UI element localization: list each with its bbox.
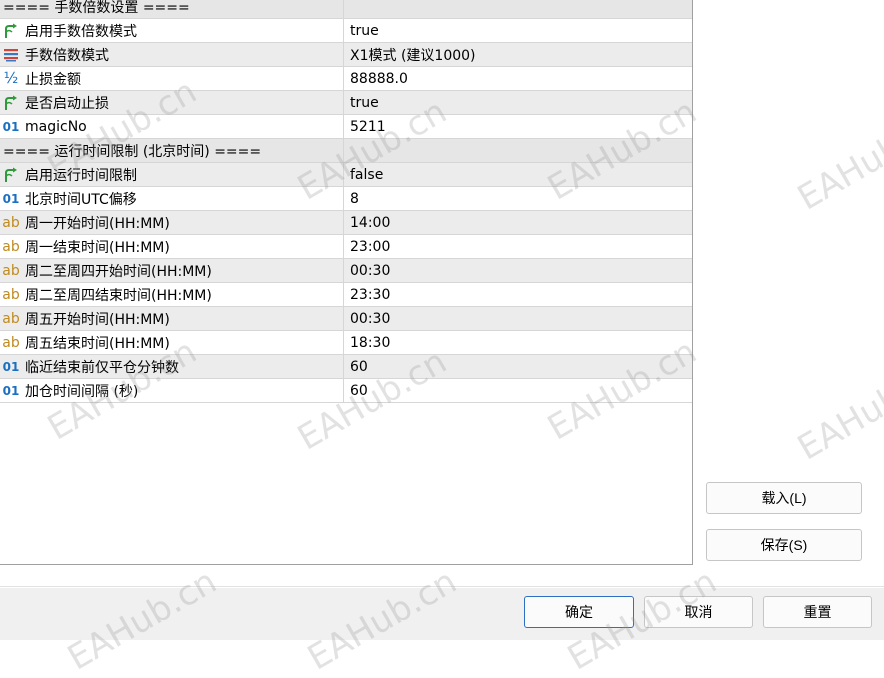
property-name-cell: ab 周五结束时间(HH:MM) (0, 331, 344, 354)
property-name-cell: 01 临近结束前仅平仓分钟数 (0, 355, 344, 378)
property-value[interactable]: false (344, 167, 383, 183)
property-value[interactable]: 60 (344, 383, 368, 399)
save-button[interactable]: 保存(S) (706, 529, 862, 561)
integer-01-icon: 01 (2, 191, 20, 206)
property-name-cell: ab 周一结束时间(HH:MM) (0, 235, 344, 258)
property-value[interactable]: true (344, 95, 379, 111)
string-ab-icon: ab (2, 214, 20, 231)
property-name: 是否启动止损 (25, 95, 109, 112)
property-name: 手数倍数模式 (25, 47, 109, 64)
load-button[interactable]: 载入(L) (706, 482, 862, 514)
property-value[interactable]: 88888.0 (344, 71, 408, 87)
column-divider (343, 0, 344, 18)
bool-arrow-icon (2, 167, 20, 183)
enum-list-icon (2, 48, 20, 62)
property-value[interactable]: 14:00 (344, 215, 390, 231)
watermark-text: EAHub.cn (791, 351, 884, 469)
property-name: 周一结束时间(HH:MM) (25, 239, 170, 256)
property-value[interactable]: 5211 (344, 119, 386, 135)
property-name-cell: 是否启动止损 (0, 91, 344, 114)
bool-arrow-icon (2, 95, 20, 111)
property-name: 启用运行时间限制 (25, 167, 137, 184)
ok-button[interactable]: 确定 (524, 596, 634, 628)
property-name-cell: ½ 止损金额 (0, 67, 344, 90)
property-value[interactable]: 00:30 (344, 311, 390, 327)
property-value[interactable]: 00:30 (344, 263, 390, 279)
property-row[interactable]: 01 北京时间UTC偏移 8 (0, 187, 692, 211)
property-value[interactable]: true (344, 23, 379, 39)
property-name-cell: 01 加仓时间间隔 (秒) (0, 379, 344, 402)
property-name: 周五结束时间(HH:MM) (25, 335, 170, 352)
property-name: 周五开始时间(HH:MM) (25, 311, 170, 328)
property-row[interactable]: ab 周一开始时间(HH:MM) 14:00 (0, 211, 692, 235)
string-ab-icon: ab (2, 334, 20, 351)
cancel-button[interactable]: 取消 (644, 596, 753, 628)
property-name-cell: 01 magicNo (0, 115, 344, 138)
property-name: 周二至周四开始时间(HH:MM) (25, 263, 212, 280)
property-row[interactable]: ab 周五开始时间(HH:MM) 00:30 (0, 307, 692, 331)
string-ab-icon: ab (2, 310, 20, 327)
property-row[interactable]: 01 临近结束前仅平仓分钟数 60 (0, 355, 692, 379)
property-row[interactable]: ab 周一结束时间(HH:MM) 23:00 (0, 235, 692, 259)
property-row[interactable]: ab 周二至周四结束时间(HH:MM) 23:30 (0, 283, 692, 307)
reset-button[interactable]: 重置 (763, 596, 872, 628)
property-row[interactable]: 是否启动止损 true (0, 91, 692, 115)
property-name-cell: 01 北京时间UTC偏移 (0, 187, 344, 210)
property-row[interactable]: ab 周二至周四开始时间(HH:MM) 00:30 (0, 259, 692, 283)
section-label: ==== 运行时间限制 (北京时间) ==== (3, 143, 262, 160)
property-name: 周二至周四结束时间(HH:MM) (25, 287, 212, 304)
column-divider (343, 139, 344, 162)
property-row[interactable]: 启用手数倍数模式 true (0, 19, 692, 43)
property-value[interactable]: 18:30 (344, 335, 390, 351)
property-name: 临近结束前仅平仓分钟数 (25, 359, 179, 376)
property-name: 启用手数倍数模式 (25, 23, 137, 40)
property-value[interactable]: 60 (344, 359, 368, 375)
grid-section-header[interactable]: ==== 手数倍数设置 ==== (0, 0, 692, 19)
integer-01-icon: 01 (2, 383, 20, 398)
property-name-cell: ab 周二至周四开始时间(HH:MM) (0, 259, 344, 282)
property-name: 止损金额 (25, 71, 81, 88)
property-name: magicNo (25, 118, 87, 135)
property-name-cell: 启用运行时间限制 (0, 163, 344, 186)
bool-arrow-icon (2, 23, 20, 39)
property-row[interactable]: ½ 止损金额 88888.0 (0, 67, 692, 91)
property-name: 加仓时间间隔 (秒) (25, 383, 139, 400)
property-name-cell: 手数倍数模式 (0, 43, 344, 66)
grid-section-header[interactable]: ==== 运行时间限制 (北京时间) ==== (0, 139, 692, 163)
property-value[interactable]: 8 (344, 191, 359, 207)
string-ab-icon: ab (2, 286, 20, 303)
property-value[interactable]: 23:30 (344, 287, 390, 303)
section-label: ==== 手数倍数设置 ==== (3, 0, 190, 16)
inputs-property-grid: ==== 手数倍数设置 ==== 启用手数倍数模式 true 手数倍数模式 X1模式 (… (0, 0, 693, 565)
string-ab-icon: ab (2, 238, 20, 255)
watermark-text: EAHub.cn (791, 101, 884, 219)
property-row[interactable]: 01 加仓时间间隔 (秒) 60 (0, 379, 692, 403)
string-ab-icon: ab (2, 262, 20, 279)
property-name-cell: 启用手数倍数模式 (0, 19, 344, 42)
double-half-icon: ½ (3, 69, 19, 87)
property-value[interactable]: X1模式 (建议1000) (344, 45, 476, 65)
integer-01-icon: 01 (2, 119, 20, 134)
property-name-cell: ab 周一开始时间(HH:MM) (0, 211, 344, 234)
property-name: 北京时间UTC偏移 (25, 191, 137, 208)
property-row[interactable]: ab 周五结束时间(HH:MM) 18:30 (0, 331, 692, 355)
property-row[interactable]: 启用运行时间限制 false (0, 163, 692, 187)
integer-01-icon: 01 (2, 359, 20, 374)
property-row[interactable]: 手数倍数模式 X1模式 (建议1000) (0, 43, 692, 67)
property-value[interactable]: 23:00 (344, 239, 390, 255)
property-name-cell: ab 周五开始时间(HH:MM) (0, 307, 344, 330)
property-name-cell: ab 周二至周四结束时间(HH:MM) (0, 283, 344, 306)
property-row[interactable]: 01 magicNo 5211 (0, 115, 692, 139)
property-name: 周一开始时间(HH:MM) (25, 215, 170, 232)
footer-divider (0, 586, 884, 587)
